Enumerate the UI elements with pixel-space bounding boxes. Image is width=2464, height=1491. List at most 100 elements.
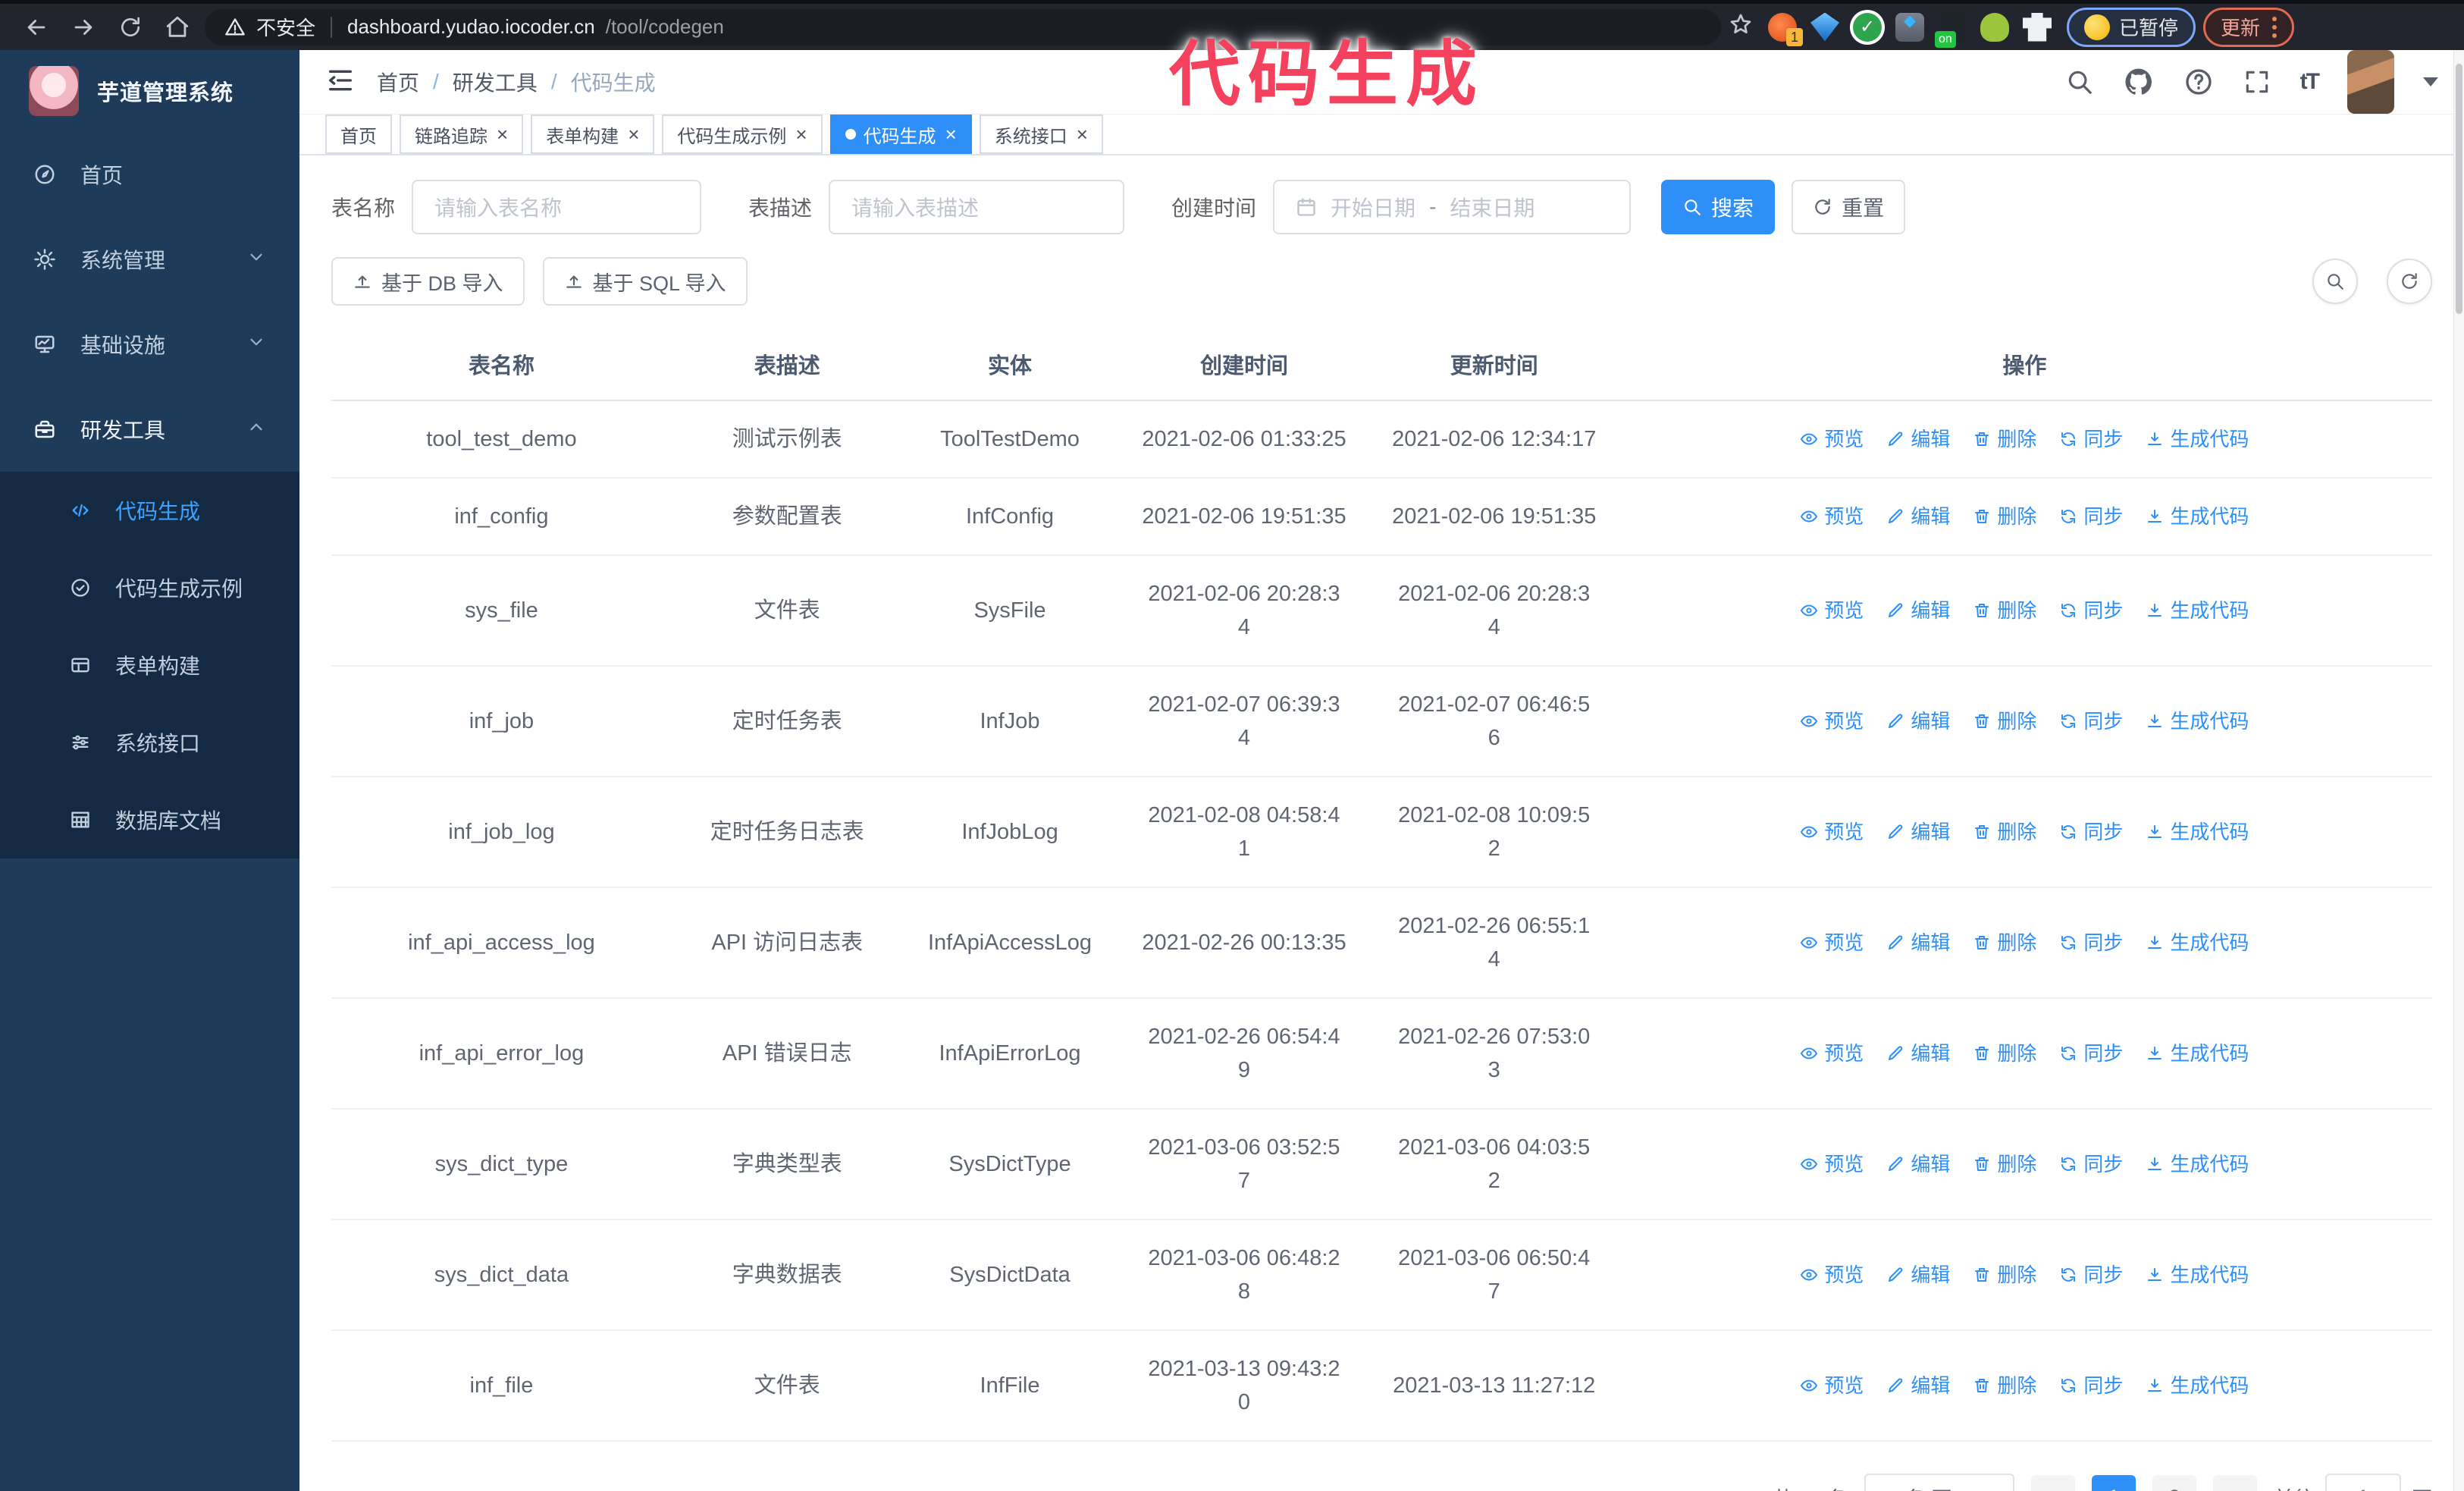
goto-page-input[interactable]: 1: [2325, 1474, 2401, 1491]
tab-首页[interactable]: 首页: [325, 115, 392, 154]
tab-表单构建[interactable]: 表单构建×: [531, 115, 654, 154]
tab-链路追踪[interactable]: 链路追踪×: [400, 115, 523, 154]
update-button[interactable]: 更新: [2203, 8, 2294, 47]
menu-dots-icon[interactable]: [2272, 17, 2277, 38]
action-同步[interactable]: 同步: [2059, 1370, 2123, 1402]
action-删除[interactable]: 删除: [1973, 1370, 2036, 1402]
sidebar-subitem-表单构建[interactable]: 表单构建: [0, 626, 299, 704]
action-预览[interactable]: 预览: [1800, 1259, 1864, 1291]
action-生成代码[interactable]: 生成代码: [2146, 1370, 2249, 1402]
action-预览[interactable]: 预览: [1800, 705, 1864, 737]
home-button[interactable]: [158, 8, 197, 47]
action-预览[interactable]: 预览: [1800, 927, 1864, 959]
action-编辑[interactable]: 编辑: [1886, 1148, 1950, 1180]
tab-代码生成[interactable]: 代码生成×: [830, 115, 972, 154]
action-编辑[interactable]: 编辑: [1886, 501, 1950, 532]
action-删除[interactable]: 删除: [1973, 927, 2036, 959]
fold-menu-button[interactable]: [325, 65, 356, 99]
date-range-input[interactable]: 开始日期 - 结束日期: [1273, 180, 1631, 234]
action-同步[interactable]: 同步: [2059, 927, 2123, 959]
table-desc-input[interactable]: 请输入表描述: [829, 180, 1124, 234]
action-同步[interactable]: 同步: [2059, 423, 2123, 455]
caret-down-icon[interactable]: [2423, 77, 2438, 86]
action-编辑[interactable]: 编辑: [1886, 927, 1950, 959]
action-编辑[interactable]: 编辑: [1886, 1370, 1950, 1402]
back-button[interactable]: [17, 8, 56, 47]
sidebar-item-首页[interactable]: 首页: [0, 132, 299, 217]
action-生成代码[interactable]: 生成代码: [2146, 816, 2249, 848]
action-删除[interactable]: 删除: [1973, 705, 2036, 737]
sidebar-item-基础设施[interactable]: 基础设施: [0, 302, 299, 387]
page-button-2[interactable]: 2: [2152, 1475, 2196, 1491]
action-生成代码[interactable]: 生成代码: [2146, 927, 2249, 959]
action-删除[interactable]: 删除: [1973, 423, 2036, 455]
prev-page-button[interactable]: [2031, 1475, 2075, 1491]
profile-chip[interactable]: 已暂停: [2067, 8, 2196, 47]
action-同步[interactable]: 同步: [2059, 705, 2123, 737]
table-name-input[interactable]: 请输入表名称: [412, 180, 701, 234]
tab-系统接口[interactable]: 系统接口×: [980, 115, 1103, 154]
action-预览[interactable]: 预览: [1800, 816, 1864, 848]
refresh-table-button[interactable]: [2387, 259, 2432, 304]
action-编辑[interactable]: 编辑: [1886, 705, 1950, 737]
scrollbar-thumb[interactable]: [2456, 64, 2462, 314]
github-button[interactable]: [2123, 66, 2155, 98]
extension-icon[interactable]: [1768, 13, 1797, 42]
help-button[interactable]: [2183, 67, 2214, 97]
reset-button[interactable]: 重置: [1792, 180, 1905, 234]
scrollbar[interactable]: [2453, 50, 2464, 1491]
page-size-select[interactable]: 10条/页: [1864, 1474, 2014, 1491]
tab-代码生成示例[interactable]: 代码生成示例×: [662, 115, 822, 154]
import-db-button[interactable]: 基于 DB 导入: [331, 257, 525, 306]
search-submit-button[interactable]: 搜索: [1661, 180, 1775, 234]
sidebar-subitem-数据库文档[interactable]: 数据库文档: [0, 781, 299, 859]
action-同步[interactable]: 同步: [2059, 1037, 2123, 1069]
action-编辑[interactable]: 编辑: [1886, 816, 1950, 848]
font-size-button[interactable]: tT: [2300, 69, 2318, 95]
sidebar-subitem-代码生成[interactable]: 代码生成: [0, 472, 299, 549]
breadcrumb-item[interactable]: 研发工具: [453, 67, 538, 97]
action-删除[interactable]: 删除: [1973, 595, 2036, 626]
sidebar-item-研发工具[interactable]: 研发工具: [0, 387, 299, 472]
reload-button[interactable]: [111, 8, 150, 47]
action-生成代码[interactable]: 生成代码: [2146, 1037, 2249, 1069]
action-生成代码[interactable]: 生成代码: [2146, 1148, 2249, 1180]
action-编辑[interactable]: 编辑: [1886, 1259, 1950, 1291]
breadcrumb-item[interactable]: 首页: [377, 67, 419, 97]
close-icon[interactable]: ×: [628, 123, 639, 146]
action-同步[interactable]: 同步: [2059, 816, 2123, 848]
forward-button[interactable]: [64, 8, 103, 47]
action-编辑[interactable]: 编辑: [1886, 595, 1950, 626]
action-预览[interactable]: 预览: [1800, 1370, 1864, 1402]
action-生成代码[interactable]: 生成代码: [2146, 705, 2249, 737]
action-编辑[interactable]: 编辑: [1886, 423, 1950, 455]
action-生成代码[interactable]: 生成代码: [2146, 501, 2249, 532]
close-icon[interactable]: ×: [945, 123, 957, 146]
bookmark-star-button[interactable]: [1729, 12, 1753, 42]
action-删除[interactable]: 删除: [1973, 816, 2036, 848]
action-预览[interactable]: 预览: [1800, 501, 1864, 532]
sidebar-subitem-系统接口[interactable]: 系统接口: [0, 704, 299, 781]
action-生成代码[interactable]: 生成代码: [2146, 595, 2249, 626]
action-同步[interactable]: 同步: [2059, 1259, 2123, 1291]
action-预览[interactable]: 预览: [1800, 1148, 1864, 1180]
address-bar[interactable]: 不安全 dashboard.yudao.iocoder.cn/tool/code…: [205, 9, 1721, 46]
sidebar-logo[interactable]: 芋道管理系统: [0, 50, 299, 132]
action-编辑[interactable]: 编辑: [1886, 1037, 1950, 1069]
page-button-1[interactable]: 1: [2092, 1475, 2136, 1491]
toggle-search-button[interactable]: [2312, 259, 2358, 304]
fullscreen-button[interactable]: [2243, 67, 2271, 96]
extension-icon[interactable]: [1938, 13, 1967, 42]
search-button[interactable]: [2065, 67, 2094, 96]
sidebar-subitem-代码生成示例[interactable]: 代码生成示例: [0, 549, 299, 626]
action-同步[interactable]: 同步: [2059, 1148, 2123, 1180]
action-同步[interactable]: 同步: [2059, 595, 2123, 626]
close-icon[interactable]: ×: [795, 123, 807, 146]
close-icon[interactable]: ×: [497, 123, 508, 146]
extension-icon[interactable]: [1810, 13, 1839, 42]
avatar[interactable]: [2347, 50, 2394, 114]
close-icon[interactable]: ×: [1077, 123, 1088, 146]
action-删除[interactable]: 删除: [1973, 1148, 2036, 1180]
action-同步[interactable]: 同步: [2059, 501, 2123, 532]
extension-icon[interactable]: [1980, 13, 2009, 42]
